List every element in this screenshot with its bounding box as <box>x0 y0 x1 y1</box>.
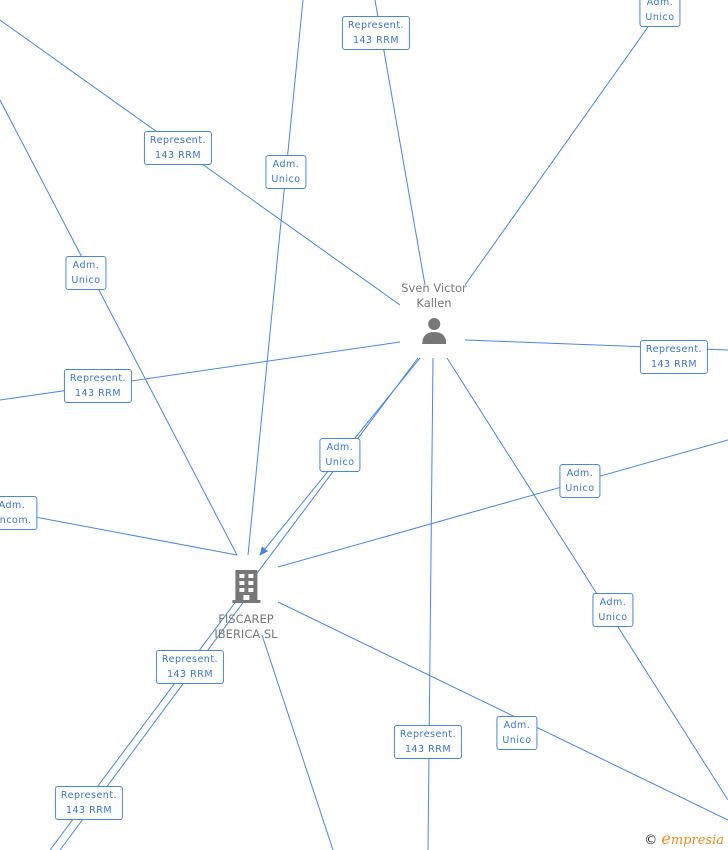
edge-label[interactable]: Represent. 143 RRM <box>155 650 225 684</box>
edge-label-detail: Unico <box>565 483 595 494</box>
edge-label-role: Represent. <box>161 654 219 665</box>
building-icon <box>231 570 260 603</box>
edge-label-detail: 143 RRM <box>65 805 113 816</box>
edge-label-detail: 143 RRM <box>74 388 122 399</box>
edge-label[interactable]: Adm. Uncom. <box>0 496 38 530</box>
edge-label-detail: Unico <box>271 174 301 185</box>
edge-line <box>247 0 304 556</box>
edge-label-role: Adm. <box>72 260 100 271</box>
edge-line <box>261 634 334 850</box>
edge-label-detail: 143 RRM <box>352 35 400 46</box>
edge-line <box>464 9 661 286</box>
edge-label-role: Adm. <box>646 0 674 8</box>
edge-line <box>0 99 238 556</box>
edge-label[interactable]: Adm. Unico <box>265 155 307 189</box>
edge-label[interactable]: Represent. 143 RRM <box>393 725 463 759</box>
edge-label-detail: Unico <box>645 12 675 23</box>
empresia-logo: © empresia <box>644 829 724 848</box>
company-node[interactable]: FISCAREP IBERICA SL <box>214 564 278 642</box>
edge-label-role: Represent. <box>645 344 703 355</box>
edge-line <box>277 601 728 821</box>
person-name-line2: Kallen <box>416 296 452 310</box>
edge-label[interactable]: Represent. 143 RRM <box>63 369 133 403</box>
edge-label-role: Adm. <box>272 159 300 170</box>
company-name-line2: IBERICA SL <box>214 627 278 641</box>
edge-label-role: Represent. <box>69 373 127 384</box>
edge-label-detail: 143 RRM <box>166 669 214 680</box>
edge-label[interactable]: Adm. Unico <box>639 0 681 27</box>
edge-label-detail: 143 RRM <box>650 359 698 370</box>
edge-label-detail: Uncom. <box>0 515 32 526</box>
edge-label-detail: Unico <box>325 457 355 468</box>
edge-label-role: Represent. <box>60 790 118 801</box>
edge-label-detail: Unico <box>502 735 532 746</box>
edge-label[interactable]: Adm. Unico <box>592 593 634 627</box>
edge-label[interactable]: Adm. Unico <box>559 464 601 498</box>
edge-label[interactable]: Represent. 143 RRM <box>54 786 124 820</box>
edge-label-detail: 143 RRM <box>154 150 202 161</box>
edge-label[interactable]: Represent. 143 RRM <box>143 131 213 165</box>
edge-label[interactable]: Adm. Unico <box>65 256 107 290</box>
company-name-line1: FISCAREP <box>218 612 274 626</box>
edge-line <box>34 516 238 556</box>
edge-line <box>446 357 728 801</box>
edge-label-role: Adm. <box>326 442 354 453</box>
edge-label[interactable]: Adm. Unico <box>319 438 361 472</box>
person-name-line1: Sven Victor <box>401 281 467 295</box>
edge-line <box>427 357 434 850</box>
person-icon <box>422 318 446 344</box>
edges-layer <box>0 0 728 850</box>
person-node[interactable]: Sven Victor Kallen <box>401 281 467 353</box>
edge-label[interactable]: Adm. Unico <box>496 716 538 750</box>
edge-label-role: Adm. <box>599 597 627 608</box>
edge-line <box>0 341 401 401</box>
edge-label[interactable]: Represent. 143 RRM <box>639 340 709 374</box>
edge-label-detail: 143 RRM <box>404 744 452 755</box>
edge-label-role: Represent. <box>399 729 457 740</box>
edge-label-role: Adm. <box>503 720 531 731</box>
edge-label-role: Adm. <box>566 468 594 479</box>
edge-label-detail: Unico <box>71 275 101 286</box>
edge-label-detail: Unico <box>598 612 628 623</box>
edge-label-role: Represent. <box>347 20 405 31</box>
edge-label-role: Represent. <box>149 135 207 146</box>
edge-label-role: Adm. <box>0 500 26 511</box>
edge-label[interactable]: Represent. 143 RRM <box>341 16 411 50</box>
